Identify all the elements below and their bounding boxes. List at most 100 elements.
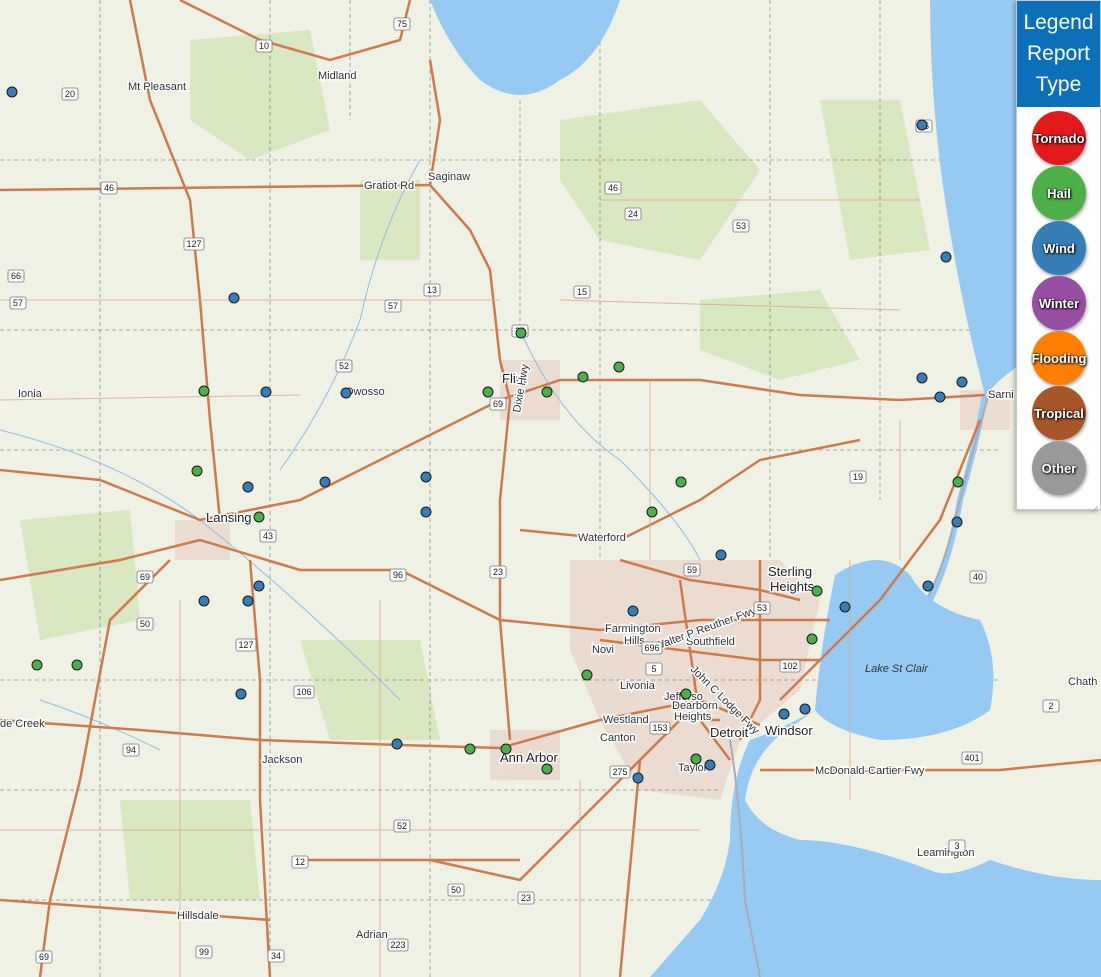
wind-report-marker[interactable] [228, 292, 240, 304]
wind-report-marker[interactable] [340, 387, 352, 399]
wind-report-marker[interactable] [253, 580, 265, 592]
resize-handle-icon[interactable] [1090, 499, 1098, 507]
wind-report-marker[interactable] [916, 372, 928, 384]
hail-report-marker[interactable] [31, 659, 43, 671]
highway-shield: 57 [384, 299, 402, 313]
hail-report-marker[interactable] [253, 511, 265, 523]
highway-shield: 15 [573, 285, 591, 299]
hail-report-marker[interactable] [464, 743, 476, 755]
wind-report-marker[interactable] [319, 476, 331, 488]
hail-report-marker[interactable] [811, 585, 823, 597]
place-label: Chath [1068, 676, 1097, 688]
wind-report-marker[interactable] [916, 119, 928, 131]
legend-item-wind[interactable]: Wind [1032, 221, 1086, 275]
shield-number: 12 [295, 857, 305, 867]
shield-number: 50 [451, 885, 461, 895]
hail-report-marker[interactable] [952, 476, 964, 488]
wind-report-marker[interactable] [242, 595, 254, 607]
shield-number: 59 [687, 565, 697, 575]
highway-shield: 127 [183, 237, 205, 251]
place-label: Sterling [768, 564, 812, 579]
place-label: Detroit [710, 725, 749, 740]
hail-report-marker[interactable] [541, 386, 553, 398]
legend-panel: Legend Report Type Tornado Hail Wind Win… [1016, 0, 1101, 510]
hail-report-marker[interactable] [646, 506, 658, 518]
hail-report-marker[interactable] [541, 763, 553, 775]
shield-number: 13 [427, 285, 437, 295]
wind-report-marker[interactable] [922, 580, 934, 592]
hail-report-marker[interactable] [500, 743, 512, 755]
wind-report-marker[interactable] [420, 506, 432, 518]
hail-report-marker[interactable] [191, 465, 203, 477]
shield-number: 153 [652, 723, 667, 733]
wind-report-marker[interactable] [778, 708, 790, 720]
hail-report-marker[interactable] [198, 385, 210, 397]
wind-report-marker[interactable] [632, 772, 644, 784]
place-label: Heights [770, 579, 815, 594]
hail-report-marker[interactable] [613, 361, 625, 373]
legend-item-tornado[interactable]: Tornado [1032, 111, 1086, 165]
hail-report-marker[interactable] [482, 386, 494, 398]
legend-item-winter[interactable]: Winter [1032, 276, 1086, 330]
wind-report-marker[interactable] [704, 759, 716, 771]
highway-shield: 2 [1042, 699, 1060, 713]
hail-report-marker[interactable] [515, 327, 527, 339]
highway-shield: 43 [259, 529, 277, 543]
shield-number: 69 [493, 399, 503, 409]
highway-shield: 94 [122, 743, 140, 757]
hail-report-marker[interactable] [577, 371, 589, 383]
legend-item-flooding[interactable]: Flooding [1032, 331, 1086, 385]
hail-report-marker[interactable] [680, 688, 692, 700]
hail-report-marker[interactable] [675, 476, 687, 488]
wind-report-marker[interactable] [934, 391, 946, 403]
place-label: Adrian [356, 929, 388, 941]
wind-report-marker[interactable] [6, 86, 18, 98]
highway-shield: 153 [649, 721, 671, 735]
shield-number: 2 [1048, 701, 1053, 711]
place-label: Westland [603, 714, 649, 726]
place-label: Hillsdale [177, 910, 219, 922]
highway-shield: 59 [683, 563, 701, 577]
shield-number: 57 [388, 301, 398, 311]
wind-report-marker[interactable] [715, 549, 727, 561]
highway-shield: 106 [293, 685, 315, 699]
highway-shield: 52 [335, 359, 353, 373]
highway-shield: 23 [517, 891, 535, 905]
place-label: Farmington [605, 623, 661, 635]
highway-shield: 10 [255, 39, 273, 53]
place-label: Windsor [765, 723, 813, 738]
legend-item-other[interactable]: Other [1032, 441, 1086, 495]
road-label: Gratiot Rd [364, 180, 414, 192]
highway-shield: 46 [604, 181, 622, 195]
hail-report-marker[interactable] [690, 753, 702, 765]
legend-item-tropical[interactable]: Tropical [1032, 386, 1086, 440]
shield-number: 127 [186, 239, 201, 249]
wind-report-marker[interactable] [391, 738, 403, 750]
shield-number: 52 [339, 361, 349, 371]
wind-report-marker[interactable] [198, 595, 210, 607]
wind-report-marker[interactable] [420, 471, 432, 483]
wind-report-marker[interactable] [799, 703, 811, 715]
wind-report-marker[interactable] [235, 688, 247, 700]
wind-report-marker[interactable] [260, 386, 272, 398]
legend-item-hail[interactable]: Hail [1032, 166, 1086, 220]
wind-report-marker[interactable] [242, 481, 254, 493]
highway-shield: 50 [136, 617, 154, 631]
shield-number: 34 [271, 951, 281, 961]
highway-shield: 20 [61, 87, 79, 101]
hail-report-marker[interactable] [71, 659, 83, 671]
highway-shield: 19 [849, 470, 867, 484]
wind-report-marker[interactable] [839, 601, 851, 613]
wind-report-marker[interactable] [940, 251, 952, 263]
water-label: Lake St Clair [865, 663, 929, 675]
shield-number: 102 [782, 661, 797, 671]
wind-report-marker[interactable] [627, 605, 639, 617]
wind-report-marker[interactable] [956, 376, 968, 388]
basemap[interactable]: Mt Pleasant Midland Saginaw Gratiot Rd I… [0, 0, 1101, 977]
wind-report-marker[interactable] [951, 516, 963, 528]
hail-report-marker[interactable] [806, 633, 818, 645]
place-label: Heights [674, 711, 712, 723]
hail-report-marker[interactable] [581, 669, 593, 681]
shield-number: 57 [13, 298, 23, 308]
shield-number: 10 [259, 41, 269, 51]
